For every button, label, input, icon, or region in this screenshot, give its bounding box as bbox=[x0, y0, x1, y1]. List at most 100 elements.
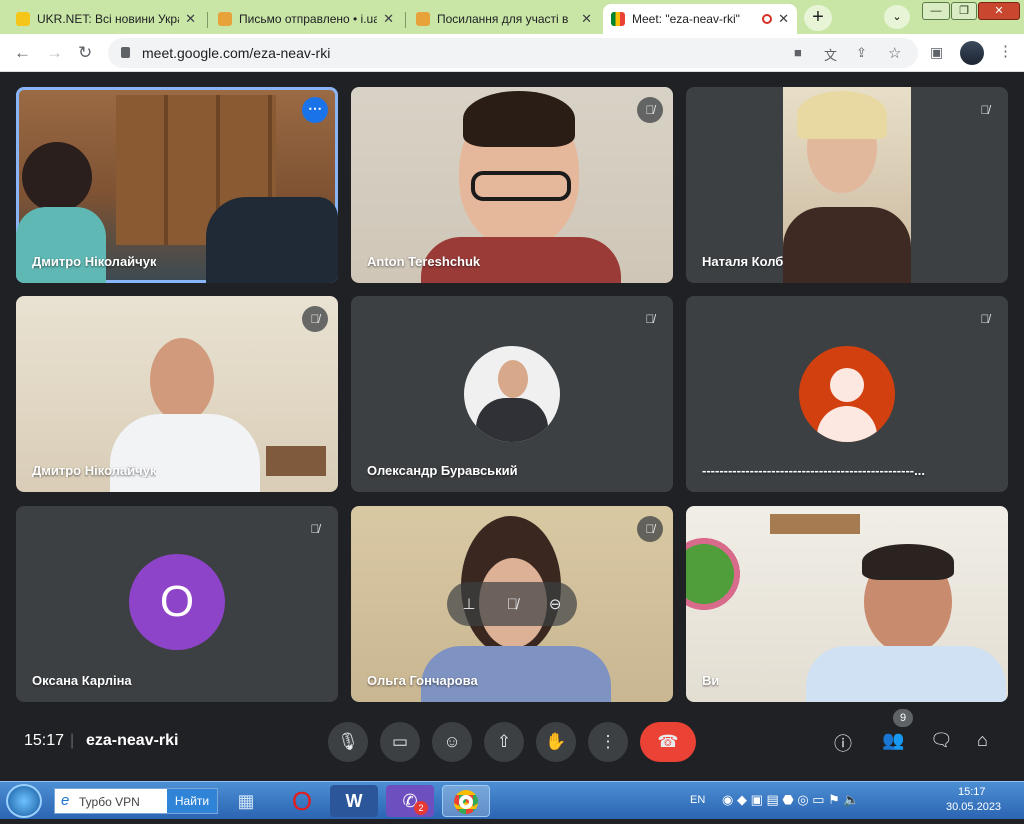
glasses-figure bbox=[471, 171, 571, 201]
viber-icon[interactable]: ✆ 2 bbox=[386, 785, 434, 817]
close-tab-icon[interactable]: ✕ bbox=[778, 11, 789, 27]
tab-title: Письмо отправлено • i.ua bbox=[239, 12, 378, 26]
chrome-icon bbox=[454, 790, 478, 814]
participant-avatar bbox=[464, 346, 560, 442]
participant-name: ----------------------------------------… bbox=[702, 463, 925, 478]
reload-icon[interactable]: ↻ bbox=[78, 43, 92, 63]
pin-icon[interactable]: ⊥ bbox=[463, 595, 476, 613]
back-icon[interactable]: ← bbox=[14, 43, 31, 63]
participant-name: Наталя Колб bbox=[702, 254, 784, 269]
participant-tile[interactable]: 🎙̸ -------------------------------------… bbox=[686, 296, 1008, 492]
mic-off-icon: 🎙̸ bbox=[302, 516, 328, 542]
windows-taskbar: e Турбо VPN Найти ▦ O W ✆ 2 EN ◉ ◆ ▣ ▤ ⬣… bbox=[0, 781, 1024, 819]
emoji-icon: ☺ bbox=[443, 732, 461, 751]
activities-icon[interactable]: ⌂ bbox=[977, 730, 988, 751]
tray-icons[interactable]: ◉ ◆ ▣ ▤ ⬣ ◎ ▭ ⚑ 🔈 bbox=[722, 792, 860, 808]
reactions-button[interactable]: ☺ bbox=[432, 722, 472, 762]
tab-search-button[interactable]: ⌄ bbox=[884, 5, 910, 29]
share-icon[interactable]: ⇪ bbox=[856, 45, 867, 61]
browser-menu-icon[interactable]: ⋮ bbox=[998, 42, 1013, 60]
mic-off-icon: 🎙̸ bbox=[972, 306, 998, 332]
participant-tile[interactable]: О 🎙̸ Оксана Карліна bbox=[16, 506, 338, 702]
remove-icon[interactable]: ⊖ bbox=[549, 595, 562, 613]
mic-off-icon: 🎙̸ bbox=[637, 97, 663, 123]
url-text[interactable]: meet.google.com/eza-neav-rki bbox=[142, 45, 330, 61]
close-tab-icon[interactable]: ✕ bbox=[383, 11, 394, 27]
forward-icon[interactable]: → bbox=[46, 43, 63, 63]
hand-icon: ✋ bbox=[545, 732, 567, 751]
tab-iua[interactable]: Письмо отправлено • i.ua ✕ bbox=[210, 4, 402, 34]
more-options-button[interactable]: ⋯ bbox=[302, 97, 328, 123]
participant-name: Дмитро Ніколайчук bbox=[32, 254, 157, 269]
search-button[interactable]: Найти bbox=[167, 789, 217, 813]
plant-figure bbox=[686, 526, 746, 646]
meeting-details-icon[interactable]: ⓘ bbox=[834, 730, 852, 756]
tile-hover-controls: ⊥ 🎙̸ ⊖ bbox=[447, 582, 577, 626]
participant-tile[interactable]: 🎙̸ Олександр Буравський bbox=[351, 296, 673, 492]
tab-meet[interactable]: Meet: "eza-neav-rki" ✕ bbox=[603, 4, 797, 34]
mic-off-icon: 🎙̸ bbox=[637, 516, 663, 542]
opera-icon[interactable]: O bbox=[278, 785, 326, 817]
participant-tile[interactable]: 🎙̸ Anton Tereshchuk bbox=[351, 87, 673, 283]
chat-icon[interactable]: 🗨 bbox=[930, 730, 953, 751]
participant-video-figure bbox=[476, 398, 548, 442]
camera-button[interactable]: ▭ bbox=[380, 722, 420, 762]
participant-video-figure bbox=[150, 338, 214, 422]
raise-hand-button[interactable]: ✋ bbox=[536, 722, 576, 762]
participant-tile[interactable]: ⋯ Дмитро Ніколайчук bbox=[16, 87, 338, 283]
microphone-button[interactable]: 🎙 bbox=[328, 722, 368, 762]
clock-time[interactable]: 15:17 bbox=[958, 786, 986, 798]
address-bar[interactable]: meet.google.com/eza-neav-rki ■ 文 ⇪ ☆ bbox=[108, 38, 918, 68]
participant-video-figure bbox=[206, 197, 338, 283]
present-screen-button[interactable]: ⇧ bbox=[484, 722, 524, 762]
leave-call-button[interactable]: ☎ bbox=[640, 722, 696, 762]
side-panel-icon[interactable]: ▣ bbox=[930, 44, 943, 61]
start-button-icon[interactable] bbox=[6, 784, 42, 818]
word-icon[interactable]: W bbox=[330, 785, 378, 817]
camera-icon[interactable]: ■ bbox=[794, 45, 802, 60]
vpn-search-box[interactable]: e Турбо VPN Найти bbox=[54, 788, 218, 814]
tab-title: Meet: "eza-neav-rki" bbox=[632, 12, 740, 26]
recording-icon bbox=[762, 14, 773, 24]
language-indicator[interactable]: EN bbox=[690, 794, 705, 806]
maximize-button[interactable]: ❐ bbox=[951, 2, 977, 20]
meeting-time: 15:17 bbox=[24, 732, 65, 749]
microphone-icon: 🎙 bbox=[337, 732, 359, 751]
close-window-button[interactable]: ✕ bbox=[978, 2, 1020, 20]
meet-favicon-icon bbox=[611, 12, 625, 26]
tab-link[interactable]: Посилання для участі в ✕ bbox=[408, 4, 600, 34]
video-camera-icon: ▭ bbox=[391, 732, 409, 751]
bookmark-star-icon[interactable]: ☆ bbox=[888, 44, 901, 62]
participant-tile[interactable]: 🎙̸ Дмитро Ніколайчук bbox=[16, 296, 338, 492]
participant-initial-avatar: О bbox=[129, 554, 225, 650]
new-tab-button[interactable]: + bbox=[804, 5, 832, 31]
participant-video-figure bbox=[110, 414, 260, 492]
calculator-icon[interactable]: ▦ bbox=[222, 785, 270, 817]
participant-video-figure bbox=[862, 544, 954, 580]
participant-tile[interactable]: 🎙̸ Наталя Колб bbox=[686, 87, 1008, 283]
ukrnet-favicon-icon bbox=[16, 12, 30, 26]
picture-frame-figure bbox=[770, 514, 860, 534]
participant-video-figure bbox=[22, 142, 92, 212]
tab-ukrnet[interactable]: UKR.NET: Всі новини України ✕ bbox=[8, 4, 204, 34]
chrome-taskbar-button[interactable] bbox=[442, 785, 490, 817]
participant-video-figure bbox=[783, 207, 911, 283]
close-tab-icon[interactable]: ✕ bbox=[581, 11, 592, 27]
ie-icon: e bbox=[61, 792, 70, 809]
profile-avatar[interactable] bbox=[960, 41, 984, 65]
translate-icon[interactable]: 文 bbox=[824, 45, 837, 64]
participant-tile[interactable]: Ви bbox=[686, 506, 1008, 702]
minimize-button[interactable]: — bbox=[922, 2, 950, 20]
people-icon[interactable]: 👥 bbox=[882, 730, 904, 751]
lock-icon bbox=[121, 47, 130, 58]
clock-date[interactable]: 30.05.2023 bbox=[946, 801, 1001, 813]
participant-count-badge: 9 bbox=[893, 709, 913, 727]
tab-divider bbox=[405, 12, 406, 28]
mute-participant-icon[interactable]: 🎙̸ bbox=[507, 596, 518, 613]
tab-title: Посилання для участі в bbox=[437, 12, 569, 26]
close-tab-icon[interactable]: ✕ bbox=[185, 11, 196, 27]
participant-tile[interactable]: ⊥ 🎙̸ ⊖ 🎙̸ Ольга Гончарова bbox=[351, 506, 673, 702]
more-options-button[interactable]: ⋮ bbox=[588, 722, 628, 762]
participant-video-figure bbox=[797, 91, 887, 139]
iua-favicon-icon bbox=[218, 12, 232, 26]
